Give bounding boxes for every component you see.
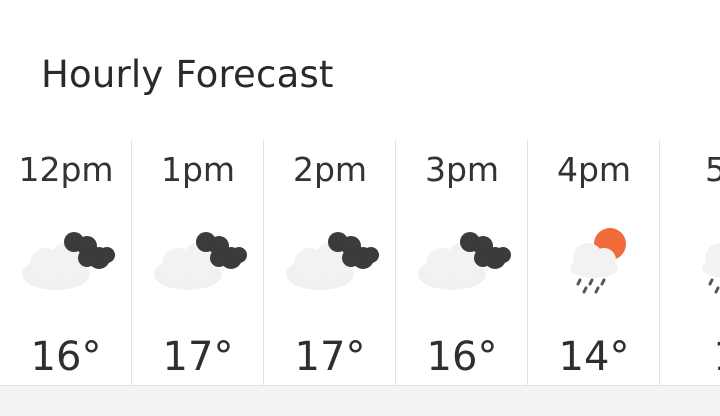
hour-item-4pm[interactable]: 4pm 14°: [528, 140, 660, 385]
hour-item-12pm[interactable]: 12pm 16°: [0, 140, 132, 385]
night-cloudy-icon: [22, 232, 115, 290]
hourly-forecast-card: Hourly Forecast 12pm 16° 1pm 17° 2pm 17°…: [0, 0, 720, 385]
sun-rain-icon: [570, 228, 626, 294]
hour-item-2pm[interactable]: 2pm 17°: [264, 140, 396, 385]
hourly-strip[interactable]: 12pm 16° 1pm 17° 2pm 17° 3pm 16° 4pm 14°…: [0, 140, 720, 385]
hour-temp: 17°: [162, 334, 234, 380]
hour-temp: 1: [660, 334, 720, 380]
hour-time: 4pm: [556, 150, 632, 189]
night-cloudy-icon: [154, 232, 247, 290]
hour-item-1pm[interactable]: 1pm 17°: [132, 140, 264, 385]
hour-item-3pm[interactable]: 3pm 16°: [396, 140, 528, 385]
hour-time: 2pm: [292, 150, 368, 189]
night-cloudy-icon: [286, 232, 379, 290]
hour-item-5pm[interactable]: 5p 1: [660, 140, 720, 385]
hour-temp: 17°: [294, 334, 366, 380]
bottom-separator: [0, 385, 720, 416]
hour-temp: 14°: [558, 334, 630, 380]
section-title: Hourly Forecast: [41, 53, 334, 96]
hour-temp: 16°: [426, 334, 498, 380]
rain-icon: [702, 243, 720, 294]
night-cloudy-icon: [418, 232, 511, 290]
hour-time: 3pm: [424, 150, 500, 189]
hour-time: 12pm: [18, 150, 114, 189]
hour-time: 5p: [705, 150, 720, 189]
hour-temp: 16°: [30, 334, 102, 380]
hour-time: 1pm: [160, 150, 236, 189]
